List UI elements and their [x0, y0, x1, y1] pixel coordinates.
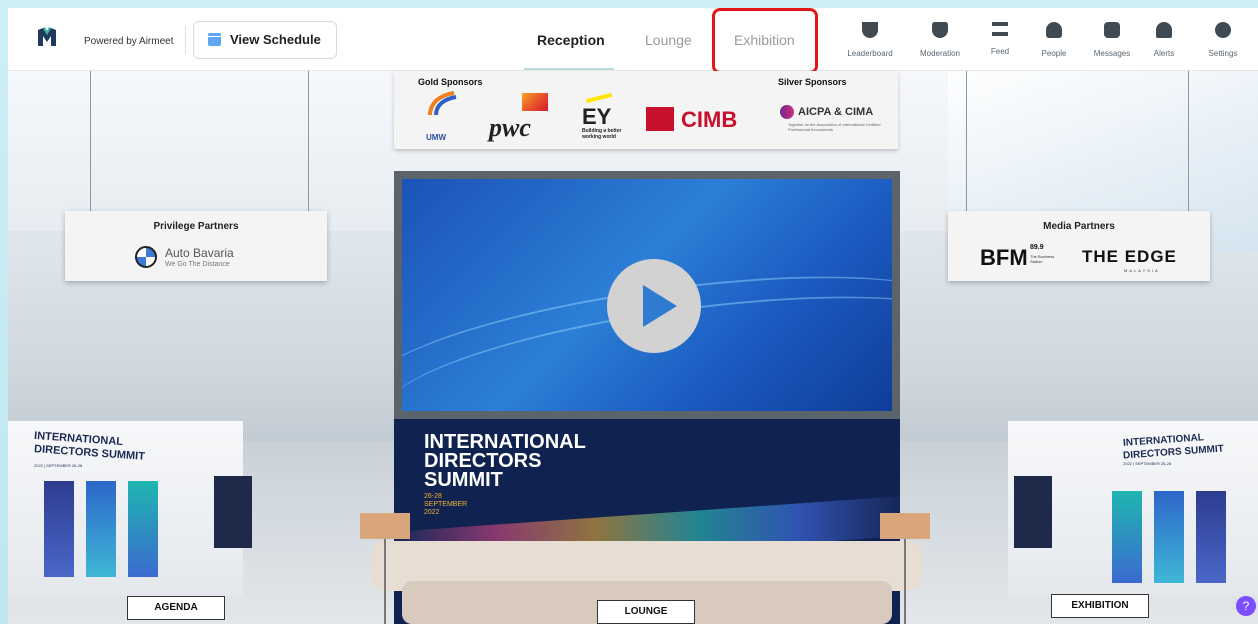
reception-hall: Gold Sponsors Silver Sponsors UMW pwc EY…: [8, 71, 1258, 624]
the-edge-label: THE EDGE: [1082, 247, 1177, 266]
lamp-stand: [384, 539, 386, 624]
aicpa-label: AICPA & CIMA: [798, 106, 874, 118]
hanging-cable: [1188, 71, 1189, 211]
auto-bavaria-tagline: We Go The Distance: [165, 261, 230, 268]
shield-icon: [932, 22, 948, 38]
media-partners-panel[interactable]: Media Partners BFM 89.9 The Business Sta…: [948, 211, 1210, 281]
app-frame: Powered by Airmeet View Schedule Recepti…: [0, 0, 1258, 624]
summit-dates-1: 26-28: [424, 493, 442, 500]
auto-bavaria-label: Auto Bavaria: [165, 246, 234, 260]
aicpa-mark: [780, 105, 794, 119]
booth-banner: [1154, 491, 1184, 583]
gold-sponsors-title: Gold Sponsors: [418, 77, 483, 87]
bfm-tagline: The Business Station: [1030, 254, 1055, 264]
ey-beam: [585, 92, 613, 104]
tab-reception[interactable]: Reception: [537, 32, 605, 48]
nav-settings[interactable]: Settings: [1194, 16, 1252, 58]
media-partners-title: Media Partners: [1043, 221, 1115, 232]
umw-label: UMW: [426, 133, 446, 142]
pwc-label: pwc: [489, 113, 531, 142]
nav-alerts-label: Alerts: [1153, 49, 1175, 58]
sponsors-banner[interactable]: Gold Sponsors Silver Sponsors UMW pwc EY…: [394, 71, 898, 149]
booth-left-line-2: DIRECTORS SUMMIT: [33, 443, 146, 463]
divider: [185, 26, 186, 54]
cimb-label: CIMB: [681, 107, 738, 132]
nav-leaderboard-label: Leaderboard: [847, 49, 893, 58]
video-player[interactable]: [402, 179, 892, 411]
floor-lamp: [880, 513, 930, 539]
video-screen-frame: [394, 171, 900, 419]
hanging-cable: [90, 71, 91, 211]
airmeet-logo-icon: [38, 27, 56, 46]
silver-sponsors-title: Silver Sponsors: [778, 77, 847, 87]
booth-banner: [44, 481, 74, 577]
exhibition-booth[interactable]: INTERNATIONAL DIRECTORS SUMMIT 2022 | SE…: [1008, 421, 1258, 596]
nav-moderation-label: Moderation: [919, 49, 961, 58]
exhibition-label[interactable]: EXHIBITION: [1051, 594, 1149, 618]
people-icon: [1046, 22, 1062, 38]
play-icon[interactable]: [607, 259, 701, 353]
gear-icon: [1215, 22, 1231, 38]
nav-feed[interactable]: Feed: [971, 16, 1029, 56]
bfm-frequency: 89.9: [1030, 244, 1044, 251]
nav-messages-label: Messages: [1093, 49, 1131, 58]
aicpa-tagline: Together as the Association of Internati…: [788, 122, 881, 132]
hanging-cable: [308, 71, 309, 211]
summit-dates-2: SEPTEMBER: [424, 501, 468, 508]
summit-line-1: INTERNATIONAL: [424, 431, 586, 453]
exhibition-highlight-box: [712, 8, 818, 74]
bmw-logo-icon: [135, 246, 157, 268]
privilege-partners-panel[interactable]: Privilege Partners Auto Bavaria We Go Th…: [65, 211, 327, 281]
help-icon[interactable]: ?: [1236, 596, 1256, 616]
nav-feed-label: Feed: [990, 47, 1010, 56]
privilege-partners-title: Privilege Partners: [153, 221, 239, 232]
active-tab-indicator: [524, 68, 614, 70]
agenda-label[interactable]: AGENDA: [127, 596, 225, 620]
booth-right-line-3: 2022 | SEPTEMBER 26-28: [1123, 461, 1172, 466]
feed-icon: [992, 22, 1008, 36]
calendar-icon: [208, 33, 221, 46]
nav-people-label: People: [1041, 49, 1067, 58]
agenda-booth[interactable]: INTERNATIONAL DIRECTORS SUMMIT 2022 | SE…: [8, 421, 252, 596]
nav-alerts[interactable]: Alerts: [1135, 16, 1193, 58]
summit-dates-3: 2022: [424, 509, 440, 516]
ey-tagline: Building a better working world: [582, 128, 622, 140]
booth-screen: [214, 476, 252, 548]
nav-people[interactable]: People: [1025, 16, 1083, 58]
booth-screen: [1014, 476, 1052, 548]
nav-settings-label: Settings: [1208, 49, 1238, 58]
messages-icon: [1104, 22, 1120, 38]
trophy-icon: [862, 22, 878, 38]
booth-banner: [86, 481, 116, 577]
cimb-mark: [646, 107, 674, 131]
hanging-cable: [966, 71, 967, 211]
view-schedule-label: View Schedule: [230, 32, 321, 47]
umw-logo-icon: [428, 91, 457, 116]
summit-line-2: DIRECTORS: [424, 450, 542, 472]
lounge-label[interactable]: LOUNGE: [597, 600, 695, 624]
nav-messages[interactable]: Messages: [1083, 16, 1141, 58]
pwc-mark: [522, 93, 548, 111]
bell-icon: [1156, 22, 1172, 38]
nav-leaderboard[interactable]: Leaderboard: [841, 16, 899, 58]
powered-by-text: Powered by Airmeet: [84, 36, 174, 47]
booth-banner: [1196, 491, 1226, 583]
tab-lounge[interactable]: Lounge: [645, 32, 692, 48]
ey-label: EY: [582, 104, 612, 129]
summit-line-3: SUMMIT: [424, 469, 503, 491]
lamp-stand: [904, 539, 906, 624]
view-schedule-button[interactable]: View Schedule: [193, 21, 337, 59]
the-edge-sub: MALAYSIA: [1124, 268, 1160, 273]
top-bar: Powered by Airmeet View Schedule Recepti…: [8, 8, 1258, 74]
bfm-label: BFM: [980, 245, 1028, 270]
booth-banner: [128, 481, 158, 577]
booth-left-line-3: 2022 | SEPTEMBER 26-28: [34, 463, 83, 468]
nav-moderation[interactable]: Moderation: [911, 16, 969, 58]
booth-banner: [1112, 491, 1142, 583]
floor-lamp: [360, 513, 410, 539]
